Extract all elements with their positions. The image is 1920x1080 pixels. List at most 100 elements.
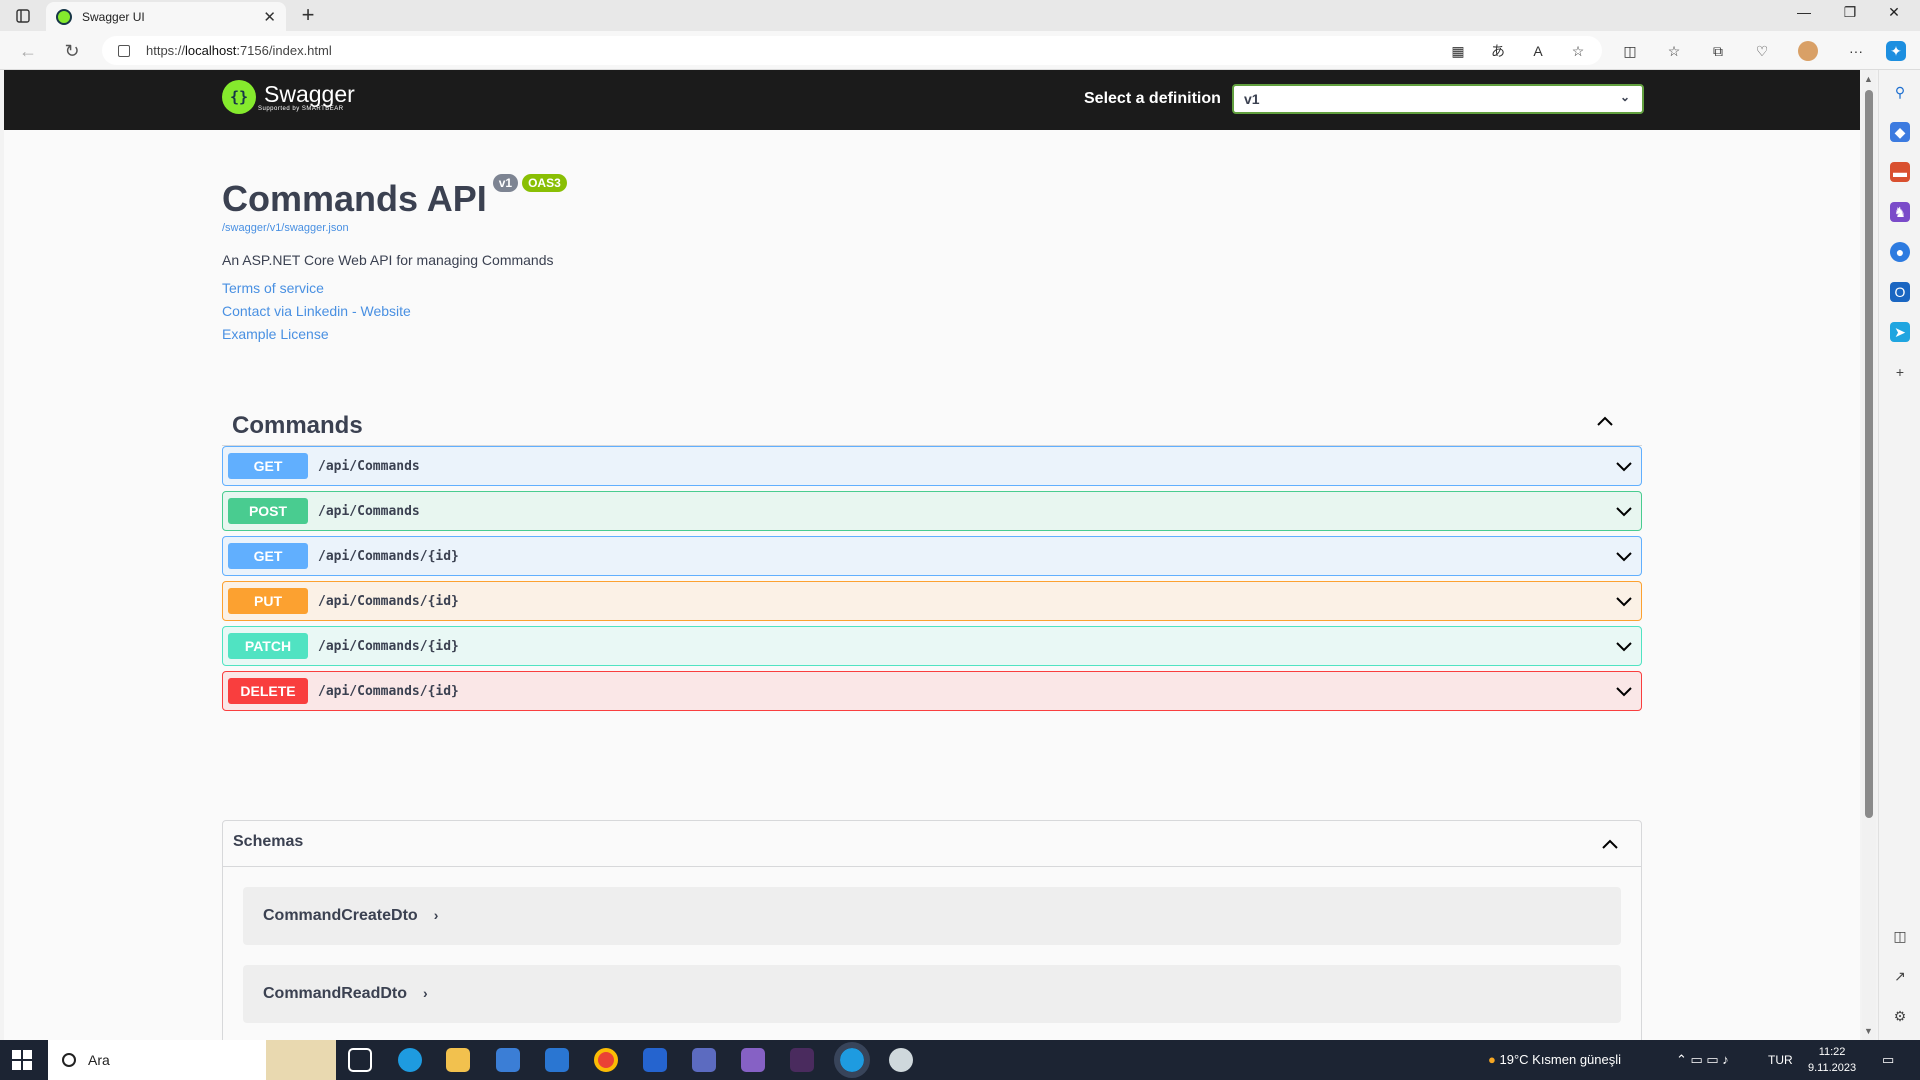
favorites-icon[interactable]: ☆ — [1664, 41, 1684, 61]
copilot-icon[interactable]: ✦ — [1886, 41, 1906, 61]
outlook-icon[interactable]: O — [1890, 282, 1910, 302]
start-windows-icon[interactable] — [12, 1050, 32, 1070]
weather-text: 19°C Kısmen güneşli — [1499, 1052, 1622, 1067]
chevron-up-icon[interactable] — [1601, 835, 1619, 853]
oas-badge: OAS3 — [522, 174, 567, 192]
tab-actions-icon[interactable] — [12, 6, 34, 26]
read-aloud-icon[interactable]: A — [1528, 41, 1548, 61]
taskbar-search-text: Ara — [88, 1052, 110, 1068]
schema-model-name: CommandReadDto › — [263, 985, 428, 1003]
url-field[interactable]: https://localhost:7156/index.html — [102, 36, 1602, 65]
operation-put[interactable]: PUT/api/Commands/{id} — [222, 581, 1642, 621]
close-tab-icon[interactable]: ✕ — [263, 8, 276, 26]
operation-path: /api/Commands/{id} — [318, 683, 459, 699]
notifications-icon[interactable]: ▭ — [1882, 1040, 1894, 1080]
contact-link[interactable]: Contact via Linkedin - Website — [222, 303, 1642, 319]
tools-icon[interactable]: ▬ — [1890, 162, 1910, 182]
lock-icon — [118, 44, 130, 57]
chevron-down-icon[interactable] — [1615, 547, 1633, 565]
license-link[interactable]: Example License — [222, 326, 1642, 342]
scroll-down-icon[interactable]: ▼ — [1864, 1026, 1873, 1036]
chevron-down-icon[interactable] — [1615, 592, 1633, 610]
browser-tab[interactable]: Swagger UI ✕ — [46, 2, 286, 31]
method-badge: PUT — [228, 588, 308, 614]
more-options-icon[interactable]: ··· — [1846, 41, 1866, 61]
mail-icon[interactable] — [545, 1048, 569, 1072]
app-icon[interactable] — [889, 1048, 913, 1072]
operation-get[interactable]: GET/api/Commands/{id} — [222, 536, 1642, 576]
url-host: localhost — [185, 43, 237, 58]
tray-icons[interactable]: ⌃ ▭ ▭ ♪ — [1676, 1040, 1729, 1080]
chevron-up-icon[interactable] — [1596, 412, 1614, 430]
operation-path: /api/Commands — [318, 503, 420, 519]
schema-model-name: CommandCreateDto › — [263, 907, 438, 925]
visual-studio-icon[interactable] — [741, 1048, 765, 1072]
search-icon[interactable]: ⚲ — [1890, 82, 1910, 102]
schemas-header[interactable]: Schemas — [223, 821, 1641, 867]
edge-sidebar: ⚲ ◆ ▬ ♞ ● O ➤ + ◫ ↗ ⚙ — [1878, 70, 1920, 1040]
file-explorer-icon[interactable] — [446, 1048, 470, 1072]
definition-label: Select a definition — [1084, 90, 1221, 107]
shopping-icon[interactable]: ◆ — [1890, 122, 1910, 142]
open-external-icon[interactable]: ↗ — [1890, 966, 1910, 986]
todo-icon[interactable] — [643, 1048, 667, 1072]
send-icon[interactable]: ➤ — [1890, 322, 1910, 342]
translate-icon[interactable]: あ — [1488, 41, 1508, 61]
add-icon[interactable]: + — [1890, 362, 1910, 382]
browser-essentials-icon[interactable]: ♡ — [1752, 41, 1772, 61]
definition-select[interactable]: v1 ⌄ — [1232, 84, 1644, 114]
close-window-icon[interactable]: ✕ — [1874, 4, 1914, 21]
scrollbar-thumb[interactable] — [1865, 90, 1873, 818]
method-badge: GET — [228, 543, 308, 569]
page-scrollbar[interactable]: ▲ ▼ — [1862, 70, 1876, 1040]
chrome-icon[interactable] — [594, 1048, 618, 1072]
chevron-down-icon[interactable] — [1615, 682, 1633, 700]
edge-app-icon[interactable] — [398, 1048, 422, 1072]
copilot-side-icon[interactable]: ● — [1890, 242, 1910, 262]
power-automate-icon[interactable] — [692, 1048, 716, 1072]
terminal-icon[interactable] — [790, 1048, 814, 1072]
swagger-logo-icon: {} — [222, 80, 256, 114]
app-available-icon[interactable]: ▦ — [1448, 41, 1468, 61]
favorite-star-icon[interactable]: ☆ — [1568, 41, 1588, 61]
taskbar-search[interactable]: Ara — [48, 1040, 336, 1080]
operation-delete[interactable]: DELETE/api/Commands/{id} — [222, 671, 1642, 711]
swagger-page: {} Swagger Supported by SMARTBEAR Select… — [4, 70, 1860, 1040]
split-screen-icon[interactable]: ◫ — [1620, 41, 1640, 61]
swagger-logo[interactable]: {} Swagger Supported by SMARTBEAR — [222, 80, 355, 114]
operation-path: /api/Commands/{id} — [318, 638, 459, 654]
version-badge: v1 — [492, 174, 519, 192]
schema-model[interactable]: CommandReadDto › — [243, 965, 1621, 1023]
operation-get[interactable]: GET/api/Commands — [222, 446, 1642, 486]
schema-model[interactable]: CommandCreateDto › — [243, 887, 1621, 945]
chevron-down-icon[interactable] — [1615, 457, 1633, 475]
weather-widget[interactable]: ● 19°C Kısmen güneşli — [1488, 1040, 1621, 1080]
scroll-up-icon[interactable]: ▲ — [1864, 74, 1873, 84]
api-title: Commands API — [222, 178, 487, 219]
spec-json-link[interactable]: /swagger/v1/swagger.json — [222, 222, 1642, 234]
collections-icon[interactable]: ⧉ — [1708, 41, 1728, 61]
method-badge: DELETE — [228, 678, 308, 704]
new-tab-icon[interactable]: + — [296, 4, 320, 26]
operation-path: /api/Commands — [318, 458, 420, 474]
chevron-down-icon[interactable] — [1615, 637, 1633, 655]
tab-title: Swagger UI — [82, 9, 145, 24]
edge-active-icon[interactable] — [834, 1042, 870, 1078]
operation-post[interactable]: POST/api/Commands — [222, 491, 1642, 531]
restore-icon[interactable]: ❐ — [1830, 4, 1870, 21]
chevron-down-icon[interactable] — [1615, 502, 1633, 520]
games-icon[interactable]: ♞ — [1890, 202, 1910, 222]
refresh-icon[interactable]: ↻ — [60, 39, 84, 63]
clock[interactable]: 11:22 9.11.2023 — [1808, 1044, 1856, 1076]
operation-patch[interactable]: PATCH/api/Commands/{id} — [222, 626, 1642, 666]
store-icon[interactable] — [496, 1048, 520, 1072]
settings-gear-icon[interactable]: ⚙ — [1890, 1006, 1910, 1026]
sidebar-toggle-icon[interactable]: ◫ — [1890, 926, 1910, 946]
language-indicator[interactable]: TUR — [1768, 1040, 1793, 1080]
profile-avatar-icon[interactable] — [1798, 41, 1818, 61]
tag-section-header[interactable]: Commands — [222, 400, 1642, 446]
task-view-icon[interactable] — [348, 1048, 372, 1072]
minimize-icon[interactable]: — — [1784, 4, 1824, 20]
back-icon[interactable]: ← — [16, 39, 40, 63]
terms-link[interactable]: Terms of service — [222, 280, 1642, 296]
